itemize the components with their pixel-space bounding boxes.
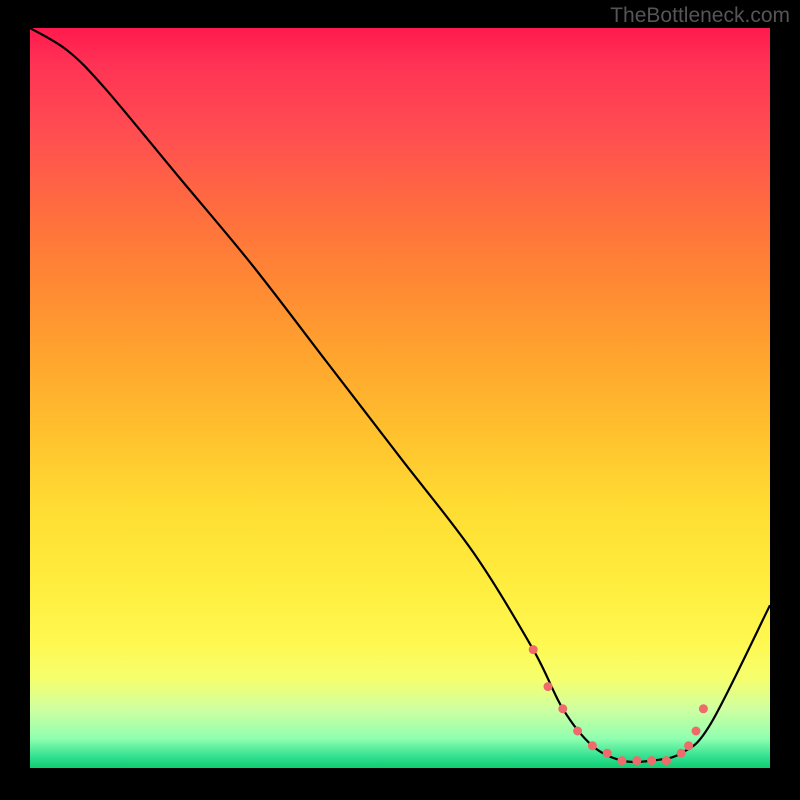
chart-container: TheBottleneck.com [0, 0, 800, 800]
highlight-point [662, 756, 671, 765]
highlight-point [632, 756, 641, 765]
highlight-point [544, 682, 553, 691]
highlight-point [618, 756, 627, 765]
highlight-point [647, 756, 656, 765]
plot-area [30, 28, 770, 768]
highlight-point [573, 727, 582, 736]
highlight-point [603, 749, 612, 758]
bottleneck-curve-line [30, 28, 770, 762]
highlight-point [677, 749, 686, 758]
highlight-point [529, 645, 538, 654]
highlight-point [558, 704, 567, 713]
curve-svg [30, 28, 770, 768]
highlight-point [699, 704, 708, 713]
watermark-text: TheBottleneck.com [610, 4, 790, 28]
highlight-points [529, 645, 708, 765]
highlight-point [588, 741, 597, 750]
highlight-point [684, 741, 693, 750]
highlight-point [692, 727, 701, 736]
